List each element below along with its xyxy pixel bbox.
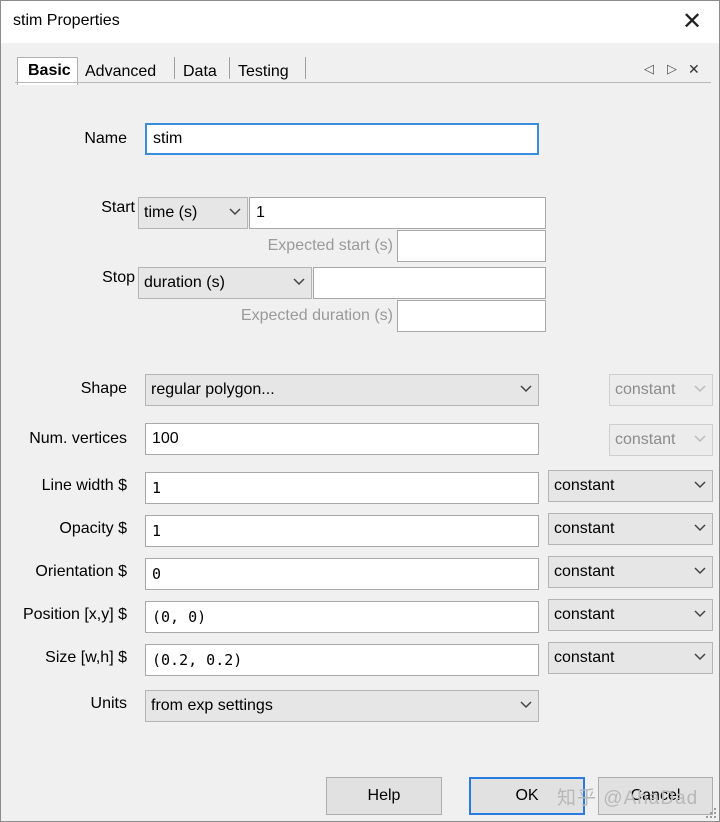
close-icon[interactable]: ✕	[677, 7, 707, 37]
tab-separator	[229, 57, 230, 79]
size-update-select[interactable]: constant	[548, 642, 713, 674]
chevron-down-icon	[694, 385, 706, 393]
dialog-window: stim Properties ✕ Basic Advanced Data Te…	[0, 0, 720, 822]
shape-update-select: constant	[609, 374, 713, 406]
chevron-down-icon	[694, 524, 706, 532]
tab-separator	[174, 57, 175, 79]
size-update-value: constant	[554, 649, 615, 666]
stop-type-value: duration (s)	[144, 274, 225, 291]
line-width-input[interactable]: 1	[145, 472, 539, 504]
tab-bar: Basic Advanced Data Testing ◁ ▷ ✕	[1, 43, 719, 85]
units-select[interactable]: from exp settings	[145, 690, 539, 722]
tab-divider	[15, 82, 711, 83]
opacity-label: Opacity $	[59, 520, 127, 537]
position-label: Position [x,y] $	[22, 606, 127, 623]
num-vertices-input[interactable]: 100	[145, 423, 539, 455]
position-update-select[interactable]: constant	[548, 599, 713, 631]
position-update-value: constant	[554, 606, 615, 623]
position-input[interactable]: (0, 0)	[145, 601, 539, 633]
expected-duration-input[interactable]	[397, 300, 546, 332]
expected-start-input[interactable]	[397, 230, 546, 262]
stop-value-input[interactable]	[313, 267, 546, 299]
line-width-update-select[interactable]: constant	[548, 470, 713, 502]
tab-separator	[305, 57, 306, 79]
stop-type-select[interactable]: duration (s)	[138, 267, 312, 299]
chevron-down-icon	[293, 278, 305, 286]
chevron-down-icon	[520, 701, 532, 709]
start-label: Start	[101, 199, 135, 216]
chevron-down-icon	[694, 610, 706, 618]
window-title: stim Properties	[13, 12, 120, 29]
units-value: from exp settings	[151, 697, 273, 714]
chevron-down-icon	[694, 481, 706, 489]
chevron-down-icon	[694, 653, 706, 661]
tab-close-icon[interactable]: ✕	[688, 61, 700, 78]
num-vertices-update-value: constant	[615, 431, 676, 448]
start-value-input[interactable]: 1	[249, 197, 546, 229]
tab-scroll-left-icon[interactable]: ◁	[644, 61, 654, 77]
shape-label: Shape	[80, 380, 127, 397]
tab-advanced[interactable]: Advanced	[85, 63, 156, 81]
start-type-select[interactable]: time (s)	[138, 197, 248, 229]
chevron-down-icon	[694, 435, 706, 443]
help-button[interactable]: Help	[326, 777, 442, 815]
orientation-input[interactable]: 0	[145, 558, 539, 590]
tab-basic[interactable]: Basic	[17, 57, 78, 85]
shape-value: regular polygon...	[151, 381, 275, 398]
size-label: Size [w,h] $	[45, 649, 127, 666]
start-type-value: time (s)	[144, 204, 198, 221]
line-width-update-value: constant	[554, 477, 615, 494]
name-input[interactable]: stim	[145, 123, 539, 155]
opacity-input[interactable]: 1	[145, 515, 539, 547]
line-width-label: Line width $	[41, 477, 127, 494]
orientation-update-select[interactable]: constant	[548, 556, 713, 588]
stop-label: Stop	[102, 269, 135, 286]
resize-grip-icon[interactable]	[705, 807, 717, 819]
tab-scroll-right-icon[interactable]: ▷	[667, 61, 677, 77]
chevron-down-icon	[520, 385, 532, 393]
opacity-update-value: constant	[554, 520, 615, 537]
units-label: Units	[90, 695, 127, 712]
orientation-update-value: constant	[554, 563, 615, 580]
num-vertices-update-select: constant	[609, 424, 713, 456]
chevron-down-icon	[694, 567, 706, 575]
shape-select[interactable]: regular polygon...	[145, 374, 539, 406]
expected-start-label: Expected start (s)	[267, 237, 393, 254]
opacity-update-select[interactable]: constant	[548, 513, 713, 545]
orientation-label: Orientation $	[35, 563, 127, 580]
watermark: 知乎 @AhaDad	[557, 788, 699, 809]
tab-data[interactable]: Data	[183, 63, 217, 81]
size-input[interactable]: (0.2, 0.2)	[145, 644, 539, 676]
name-label: Name	[84, 130, 127, 147]
expected-duration-label: Expected duration (s)	[240, 307, 393, 324]
num-vertices-label: Num. vertices	[29, 430, 127, 447]
shape-update-value: constant	[615, 381, 676, 398]
title-bar: stim Properties ✕	[1, 1, 719, 43]
tab-testing[interactable]: Testing	[238, 63, 289, 81]
chevron-down-icon	[229, 208, 241, 216]
